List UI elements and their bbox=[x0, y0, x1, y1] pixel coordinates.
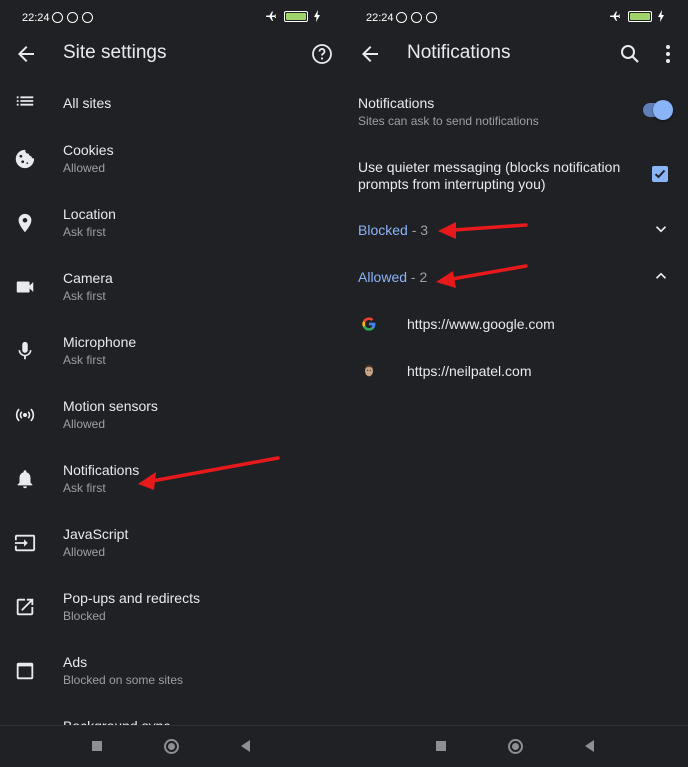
annotation-arrows bbox=[436, 222, 528, 288]
notifications-screen: 22:24 Notifications Notifications Sites … bbox=[344, 0, 688, 767]
annotation-arrow bbox=[138, 456, 280, 490]
site-settings-screen: 22:24 Site settings All sites Cookies Al… bbox=[0, 0, 344, 767]
